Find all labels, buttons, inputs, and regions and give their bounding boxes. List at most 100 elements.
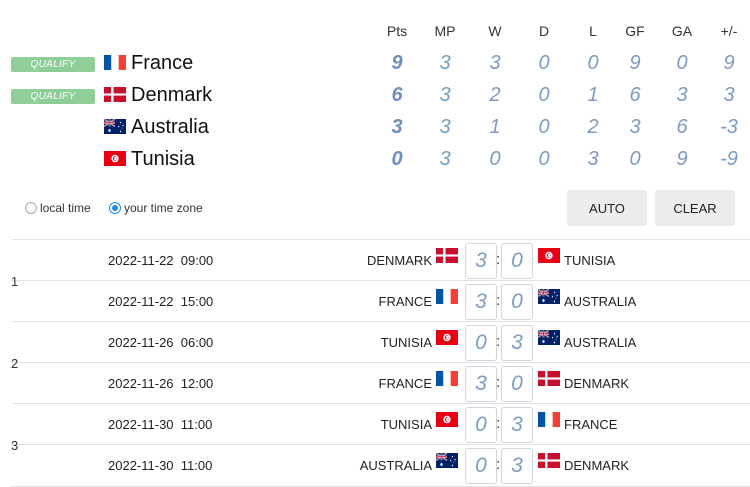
team-name: Australia: [131, 116, 209, 138]
column-header: Pts: [386, 23, 408, 39]
home-flag-icon: [436, 412, 458, 427]
home-team: TUNISIA: [380, 335, 432, 350]
away-score-input[interactable]: 3: [501, 448, 533, 484]
stat-value: 0: [538, 148, 550, 170]
stat-value: -9: [720, 148, 738, 170]
stat-value: 2: [489, 84, 501, 106]
away-team: TUNISIA: [564, 253, 616, 268]
stat-value: 0: [538, 116, 550, 138]
home-score-input[interactable]: 3: [465, 243, 497, 279]
home-score-input[interactable]: 3: [465, 284, 497, 320]
score-separator: :: [496, 415, 501, 432]
stat-value: 3: [587, 148, 599, 170]
stat-value: 3: [489, 52, 501, 74]
match-row[interactable]: 2022-11-22 15:00 FRANCE 3:0 AUSTRALIA: [11, 280, 750, 322]
column-header: D: [538, 23, 550, 39]
match-row[interactable]: 2022-11-22 09:00 DENMARK 3:0 TUNISIA: [11, 239, 750, 281]
stat-value: 2: [587, 116, 599, 138]
away-flag-icon: [538, 289, 560, 304]
stat-value: 0: [629, 148, 641, 170]
stat-value: 0: [538, 84, 550, 106]
stat-value: 1: [489, 116, 501, 138]
score-separator: :: [496, 333, 501, 350]
stat-value: 3: [629, 116, 641, 138]
away-score-input[interactable]: 0: [501, 366, 533, 402]
away-team: DENMARK: [564, 458, 630, 473]
stat-value: 6: [676, 116, 688, 138]
home-flag-icon: [436, 289, 458, 304]
home-team: AUSTRALIA: [359, 458, 432, 473]
flag-icon: [104, 87, 126, 102]
stat-value: 9: [676, 148, 688, 170]
stat-pts: 0: [391, 148, 403, 170]
stat-pts: 6: [391, 84, 403, 106]
flag-icon: [104, 151, 126, 166]
home-flag-icon: [436, 248, 458, 263]
stat-value: 3: [676, 84, 688, 106]
qualify-badge: QUALIFY: [11, 57, 95, 72]
standings-row[interactable]: Tunisia 0 3 0 0 3 0 9 -9: [0, 146, 750, 178]
local-time-radio[interactable]: [25, 202, 37, 214]
home-team: FRANCE: [378, 376, 432, 391]
home-flag-icon: [436, 453, 458, 468]
stat-value: 3: [439, 116, 451, 138]
round-label: 2: [11, 356, 19, 371]
home-score-input[interactable]: 0: [465, 325, 497, 361]
column-header: L: [589, 23, 597, 39]
away-flag-icon: [538, 453, 560, 468]
match-row[interactable]: 2022-11-26 06:00 TUNISIA 0:3 AUSTRALIA: [11, 321, 750, 363]
team-name: Tunisia: [131, 148, 195, 170]
standings-row[interactable]: QUALIFY France 9 3 3 0 0 9 0 9: [0, 50, 750, 82]
home-team: TUNISIA: [380, 417, 432, 432]
home-flag-icon: [436, 330, 458, 345]
match-datetime: 2022-11-26 06:00: [108, 335, 214, 350]
standings-row[interactable]: QUALIFY Denmark 6 3 2 0 1 6 3 3: [0, 82, 750, 114]
your-time-zone-radio[interactable]: [109, 202, 121, 214]
column-header: GA: [671, 23, 693, 39]
auto-button[interactable]: AUTO: [567, 190, 647, 226]
stat-value: 3: [439, 52, 451, 74]
match-datetime: 2022-11-30 11:00: [108, 458, 213, 473]
match-row[interactable]: 2022-11-26 12:00 FRANCE 3:0 DENMARK: [11, 362, 750, 404]
away-team: FRANCE: [564, 417, 618, 432]
home-team: FRANCE: [378, 294, 432, 309]
qualify-badge: QUALIFY: [11, 89, 95, 104]
local-time-label[interactable]: local time: [40, 201, 91, 215]
standings-row[interactable]: Australia 3 3 1 0 2 3 6 -3: [0, 114, 750, 146]
flag-icon: [104, 119, 126, 134]
away-score-input[interactable]: 3: [501, 407, 533, 443]
home-score-input[interactable]: 0: [465, 407, 497, 443]
stat-pts: 3: [391, 116, 403, 138]
away-flag-icon: [538, 248, 560, 263]
clear-button[interactable]: CLEAR: [655, 190, 735, 226]
team-name: Denmark: [131, 84, 213, 106]
away-team: AUSTRALIA: [564, 335, 637, 350]
stat-value: 9: [723, 52, 735, 74]
away-score-input[interactable]: 0: [501, 284, 533, 320]
match-row[interactable]: 2022-11-30 11:00 AUSTRALIA 0:3 DENMARK: [11, 444, 750, 487]
column-header: +/-: [720, 23, 738, 39]
away-team: AUSTRALIA: [564, 294, 637, 309]
home-score-input[interactable]: 0: [465, 448, 497, 484]
match-row[interactable]: 2022-11-30 11:00 TUNISIA 0:3 FRANCE: [11, 403, 750, 445]
match-datetime: 2022-11-30 11:00: [108, 417, 213, 432]
score-separator: :: [496, 374, 501, 391]
team-name: France: [131, 52, 194, 74]
stat-value: 0: [676, 52, 688, 74]
stat-value: 3: [439, 148, 451, 170]
stat-value: 0: [489, 148, 501, 170]
away-flag-icon: [538, 412, 560, 427]
your-time-zone-label[interactable]: your time zone: [124, 201, 203, 215]
home-score-input[interactable]: 3: [465, 366, 497, 402]
flag-icon: [104, 55, 126, 70]
match-datetime: 2022-11-26 12:00: [108, 376, 214, 391]
stat-value: 3: [439, 84, 451, 106]
away-score-input[interactable]: 3: [501, 325, 533, 361]
stat-value: 0: [587, 52, 599, 74]
column-header: MP: [434, 23, 456, 39]
away-team: DENMARK: [564, 376, 630, 391]
home-team: DENMARK: [366, 253, 432, 268]
away-score-input[interactable]: 0: [501, 243, 533, 279]
match-datetime: 2022-11-22 09:00: [108, 253, 214, 268]
round-label: 1: [11, 274, 19, 289]
